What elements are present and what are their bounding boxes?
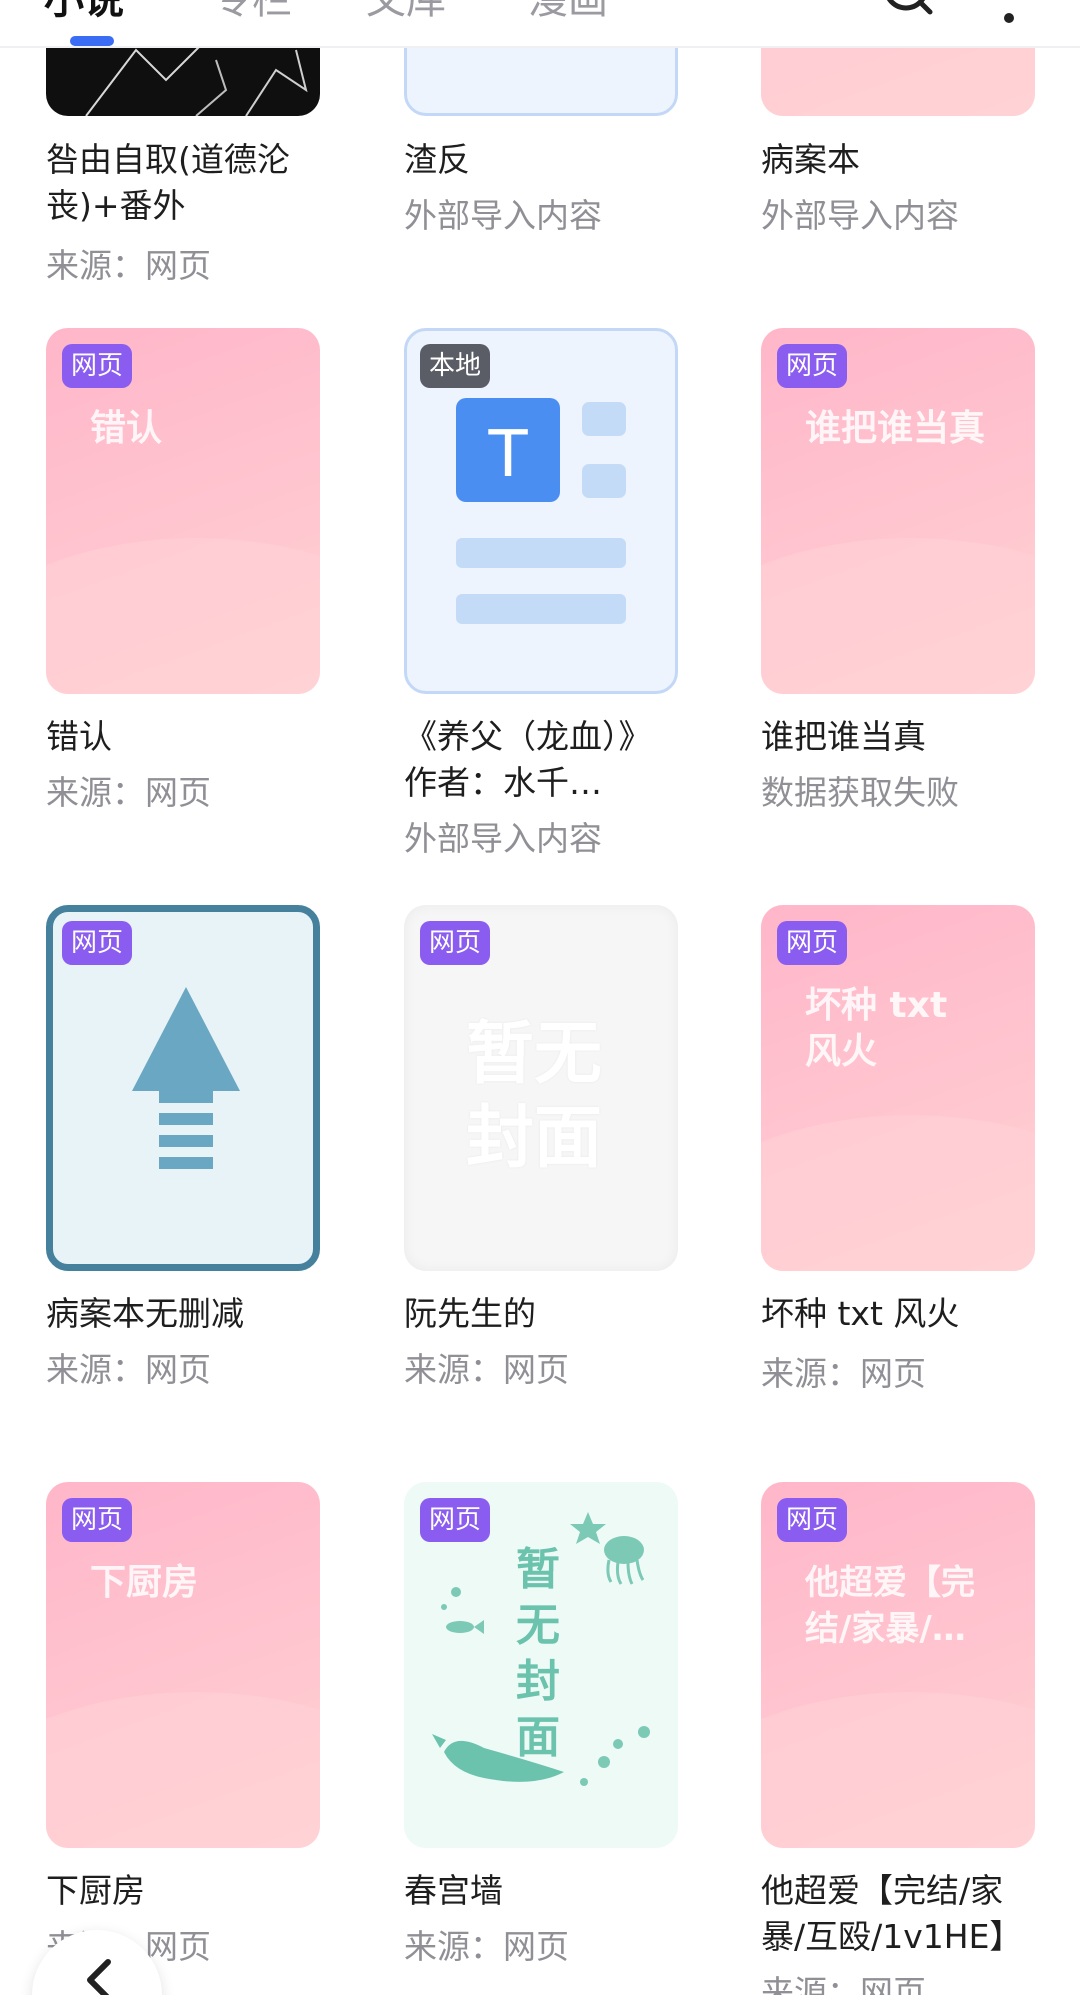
active-tab-indicator (70, 36, 114, 46)
book-cover: 网页 暂无封面 (404, 1482, 678, 1848)
tab-column[interactable]: 专栏 (212, 0, 292, 30)
book-source: 来源：网页 (404, 1927, 569, 1966)
cover-title: 下厨房 (90, 1562, 199, 1603)
book-cover: 网页 暂无封面 (404, 905, 678, 1271)
more-vertical-icon[interactable] (994, 0, 1024, 24)
search-icon[interactable] (880, 0, 936, 24)
book-cover: 网页 (46, 905, 320, 1271)
no-cover-placeholder: 暂无封面 (466, 1015, 603, 1178)
source-badge: 网页 (420, 1498, 491, 1542)
source-badge: 网页 (777, 1498, 848, 1542)
book-title: 坏种 txt 风火 (761, 1294, 960, 1333)
book-cover: 网页 他超爱【完结/家暴/… (761, 1482, 1035, 1848)
tab-comics[interactable]: 漫画 (528, 0, 608, 30)
book-cover: 网页 下厨房 (46, 1482, 320, 1848)
book-title: 病案本无删减 (46, 1294, 244, 1333)
book-title: 错认 (46, 717, 112, 756)
book-cover: 本地 T (404, 328, 678, 694)
tab-library[interactable]: 文库 (366, 0, 446, 30)
cover-title: 他超爱【完结/家暴/… (805, 1563, 975, 1649)
book-title: 谁把谁当真 (761, 717, 926, 756)
source-badge: 网页 (62, 1498, 133, 1542)
tab-novel[interactable]: 小说 (44, 0, 124, 30)
book-source: 外部导入内容 (404, 196, 602, 235)
cover-title: 坏种 txt 风火 (805, 985, 948, 1072)
book-title: 渣反 (404, 140, 470, 179)
book-title: 春宫墙 (404, 1871, 503, 1910)
book-source: 来源：网页 (46, 1350, 211, 1389)
source-badge: 本地 (420, 344, 491, 388)
book-source: 来源：网页 (761, 1973, 926, 1995)
chevron-left-icon (87, 1959, 111, 1995)
book-source: 来源：网页 (761, 1354, 926, 1393)
book-source: 外部导入内容 (761, 196, 959, 235)
book-source: 来源：网页 (46, 773, 211, 812)
svg-text:T: T (487, 418, 528, 492)
book-cover: 网页 坏种 txt 风火 (761, 905, 1035, 1271)
book-title: 下厨房 (46, 1871, 145, 1910)
source-badge: 网页 (62, 344, 133, 388)
source-badge: 网页 (777, 921, 848, 965)
source-badge: 网页 (62, 921, 133, 965)
book-cover: 网页 谁把谁当真 (761, 328, 1035, 694)
book-title: 咎由自取(道德沦丧)+番外 (46, 140, 290, 225)
source-badge: 网页 (420, 921, 491, 965)
source-badge: 网页 (777, 344, 848, 388)
cover-title: 错认 (90, 408, 163, 449)
book-title: 他超爱【完结/家暴/互殴/1v1HE】 (761, 1871, 1023, 1956)
book-title: 《养父（龙血）》作者：水千… (404, 717, 652, 802)
book-source: 外部导入内容 (404, 819, 602, 858)
book-source: 来源：网页 (46, 246, 211, 285)
book-title: 病案本 (761, 140, 860, 179)
top-tab-bar: 小说 专栏 文库 漫画 (0, 0, 1080, 48)
book-source: 数据获取失败 (761, 773, 959, 812)
book-source: 来源：网页 (404, 1350, 569, 1389)
book-cover: 网页 错认 (46, 328, 320, 694)
book-title: 阮先生的 (404, 1294, 536, 1333)
cover-title: 谁把谁当真 (805, 408, 986, 449)
